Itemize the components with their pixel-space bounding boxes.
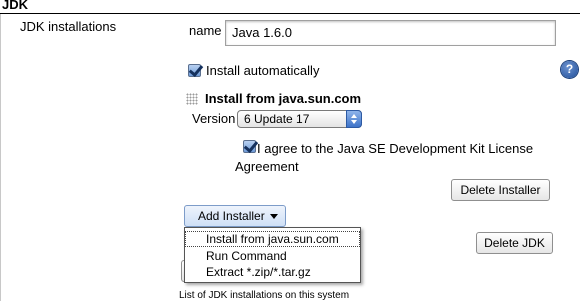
menu-item-install-from-java-sun[interactable]: Install from java.sun.com	[185, 231, 360, 247]
add-installer-menu: Install from java.sun.com Run Command Ex…	[184, 227, 361, 283]
chevron-down-icon	[270, 214, 278, 219]
help-icon[interactable]: ?	[561, 61, 578, 78]
section-header: JDK	[0, 0, 580, 14]
license-agree-label: I agree to the Java SE Development Kit L…	[235, 140, 557, 176]
menu-item-extract-archive[interactable]: Extract *.zip/*.tar.gz	[185, 264, 360, 280]
section-title: JDK	[2, 0, 29, 12]
version-select-value: 6 Update 17	[244, 112, 310, 126]
select-arrows-icon	[346, 110, 362, 128]
delete-jdk-button[interactable]: Delete JDK	[476, 232, 553, 254]
install-automatically-checkbox[interactable]	[188, 64, 201, 77]
license-agree-line1: I agree to the Java SE Development Kit L…	[257, 141, 534, 156]
installer-title: Install from java.sun.com	[205, 91, 362, 106]
license-agree-checkbox[interactable]	[243, 140, 256, 153]
name-input[interactable]: Java 1.6.0	[225, 20, 556, 46]
version-select[interactable]: 6 Update 17	[237, 110, 362, 128]
name-label: name	[189, 23, 222, 38]
menu-item-run-command[interactable]: Run Command	[185, 248, 360, 264]
version-label: Version	[192, 111, 236, 126]
jdk-installations-label: JDK installations	[20, 19, 117, 34]
divider	[0, 14, 1, 301]
license-agree-line2: Agreement	[235, 159, 299, 174]
delete-installer-button[interactable]: Delete Installer	[451, 179, 550, 201]
add-installer-label: Add Installer	[198, 209, 265, 223]
install-automatically-label: Install automatically	[206, 63, 320, 78]
add-installer-button[interactable]: Add Installer	[184, 205, 286, 227]
footnote: List of JDK installations on this system	[179, 290, 350, 301]
drag-handle-icon[interactable]	[186, 93, 198, 105]
